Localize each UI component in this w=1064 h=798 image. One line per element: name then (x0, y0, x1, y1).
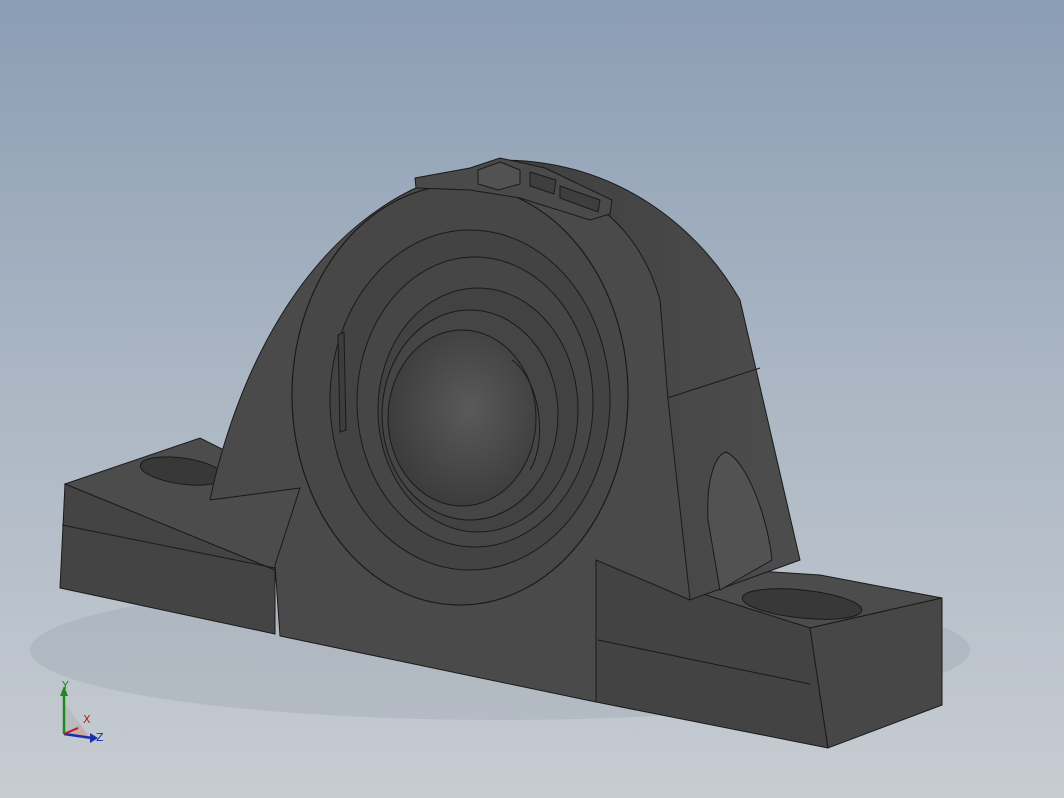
right-foot (589, 559, 943, 749)
z-axis-label: Z (96, 731, 104, 744)
y-axis-label: Y (62, 679, 69, 692)
shaft-bore (387, 329, 537, 507)
pillow-block-bearing-model[interactable] (0, 0, 1064, 798)
coordinate-triad: Y X Z (52, 676, 112, 746)
x-axis-label: X (83, 713, 91, 726)
cad-viewport[interactable]: Y X Z (0, 0, 1064, 798)
